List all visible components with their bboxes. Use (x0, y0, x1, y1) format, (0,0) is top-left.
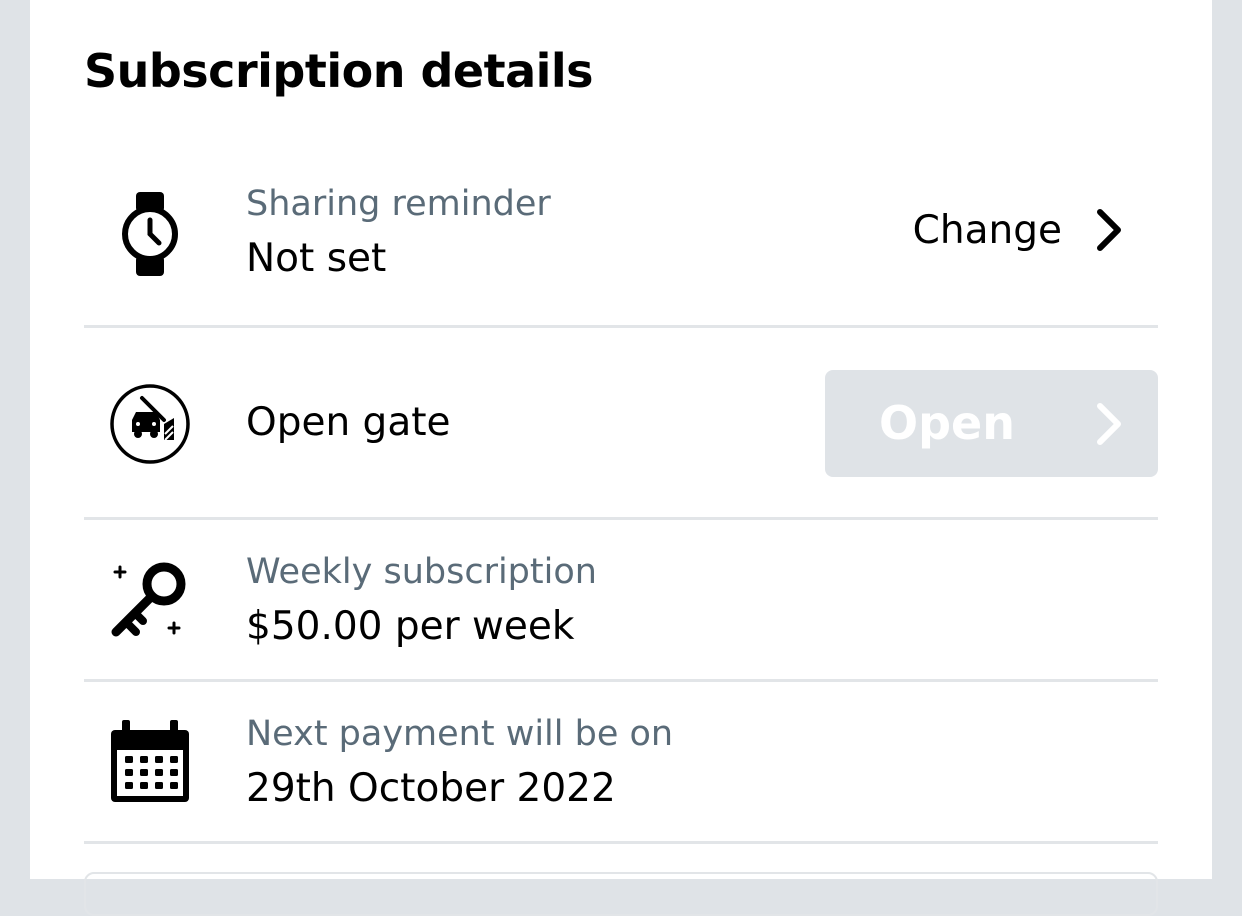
subscription-card: Subscription details Sharing reminder No… (30, 0, 1212, 916)
weekly-subscription-value: $50.00 per week (246, 604, 575, 649)
chevron-right-icon (1096, 208, 1122, 252)
open-gate-row: Open gate Open (84, 326, 1158, 518)
next-payment-row: Next payment will be on 29th October 202… (84, 682, 1158, 842)
sharing-reminder-row: Sharing reminder Not set Change (84, 160, 1158, 300)
open-gate-label: Open gate (246, 400, 451, 445)
change-reminder-button[interactable]: Change (913, 200, 1122, 260)
divider (84, 841, 1158, 844)
open-gate-button[interactable]: Open (825, 370, 1158, 477)
key-icon (108, 558, 192, 642)
sharing-reminder-label: Sharing reminder (246, 184, 551, 224)
page-title: Subscription details (84, 44, 594, 98)
gate-car-icon (108, 382, 192, 466)
next-payment-value: 29th October 2022 (246, 766, 616, 811)
open-button-label: Open (879, 396, 1015, 450)
weekly-subscription-row: Weekly subscription $50.00 per week (84, 520, 1158, 680)
calendar-icon (108, 720, 192, 804)
chevron-right-icon (1096, 402, 1122, 450)
next-payment-label: Next payment will be on (246, 714, 674, 754)
weekly-subscription-label: Weekly subscription (246, 552, 597, 592)
watch-icon (108, 192, 192, 276)
sharing-reminder-value: Not set (246, 236, 387, 281)
change-button-label: Change (912, 207, 1062, 253)
